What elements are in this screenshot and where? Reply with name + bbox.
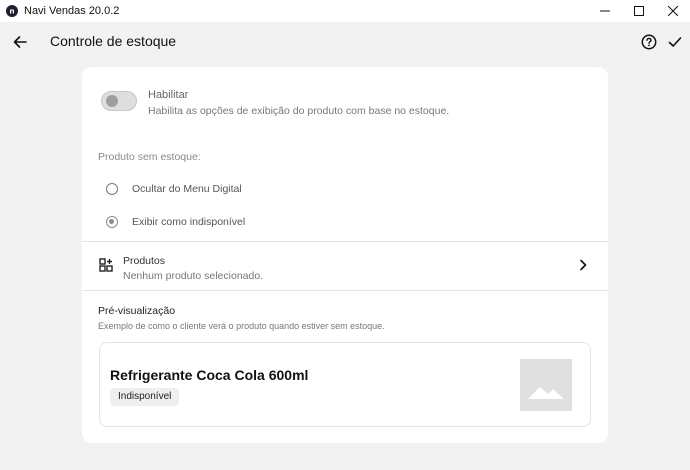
app-bar: Controle de estoque (0, 22, 690, 62)
page-title: Controle de estoque (50, 33, 177, 49)
divider (82, 290, 608, 291)
status-badge: Indisponível (110, 388, 180, 406)
radio-hide-from-menu[interactable] (106, 183, 118, 195)
confirm-button[interactable] (665, 32, 685, 52)
maximize-button[interactable] (622, 0, 656, 22)
app-logo-icon (6, 5, 18, 17)
help-button[interactable] (639, 32, 659, 52)
arrow-left-icon (13, 36, 27, 48)
grid-add-icon (99, 258, 113, 272)
preview-description: Exemplo de como o cliente verá o produto… (98, 321, 385, 331)
option-show-unavailable[interactable]: Exibir como indisponível (106, 216, 245, 228)
back-button[interactable] (10, 32, 30, 52)
option-label: Exibir como indisponível (132, 216, 246, 228)
products-title: Produtos (123, 255, 166, 267)
window-titlebar: Navi Vendas 20.0.2 (0, 0, 690, 22)
close-window-button[interactable] (656, 0, 690, 22)
enable-title: Habilitar (148, 89, 189, 101)
preview-title: Pré-visualização (98, 305, 176, 317)
enable-toggle[interactable] (101, 91, 137, 111)
product-preview-card: Refrigerante Coca Cola 600ml Indisponíve… (99, 342, 591, 427)
window-title: Navi Vendas 20.0.2 (24, 5, 120, 17)
out-of-stock-label: Produto sem estoque: (98, 151, 201, 163)
option-label: Ocultar do Menu Digital (132, 183, 242, 195)
products-description: Nenhum produto selecionado. (123, 270, 264, 282)
image-placeholder-icon (520, 359, 572, 411)
help-circle-icon (641, 34, 657, 50)
minimize-button[interactable] (588, 0, 622, 22)
check-icon (668, 37, 682, 47)
option-hide-from-menu[interactable]: Ocultar do Menu Digital (106, 183, 242, 195)
radio-show-unavailable[interactable] (106, 216, 118, 228)
chevron-right-icon (580, 259, 587, 271)
products-row[interactable]: Produtos Nenhum produto selecionado. (82, 242, 608, 290)
toggle-knob (106, 95, 118, 107)
product-name: Refrigerante Coca Cola 600ml (110, 367, 309, 383)
enable-description: Habilita as opções de exibição do produt… (148, 105, 450, 117)
settings-card: Habilitar Habilita as opções de exibição… (82, 67, 608, 443)
